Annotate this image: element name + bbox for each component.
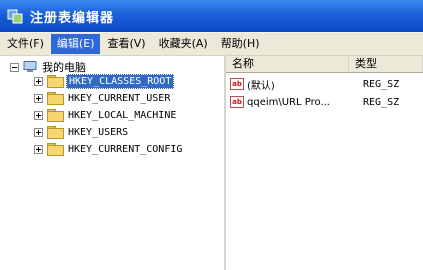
folder-icon <box>47 126 64 139</box>
tree-item-label: HKEY_CLASSES_ROOT <box>66 73 175 89</box>
tree-item-hkey-current-config[interactable]: HKEY_CURRENT_CONFIG <box>34 141 184 157</box>
tree-item-hkey-users[interactable]: HKEY_USERS <box>34 124 130 140</box>
expand-icon[interactable] <box>34 93 43 103</box>
value-name: (默认) <box>247 80 275 92</box>
tree-item-label: HKEY_CURRENT_CONFIG <box>68 143 183 155</box>
expand-icon[interactable] <box>34 110 43 120</box>
tree-item-label: HKEY_USERS <box>68 126 129 138</box>
expand-icon[interactable] <box>34 144 43 154</box>
expand-icon[interactable] <box>34 76 43 86</box>
string-value-icon: ab <box>230 78 244 90</box>
value-row[interactable]: ab (默认) REG_SZ <box>226 76 399 92</box>
string-value-icon: ab <box>230 96 244 108</box>
computer-icon <box>23 61 37 73</box>
expand-icon[interactable] <box>34 127 43 137</box>
menu-bar: 文件(F) 编辑(E) 查看(V) 收藏夹(A) 帮助(H) <box>0 33 423 56</box>
menu-edit[interactable]: 编辑(E) <box>50 34 101 54</box>
registry-editor-window: 注册表编辑器 文件(F) 编辑(E) 查看(V) 收藏夹(A) 帮助(H) 我的… <box>0 0 423 270</box>
column-header-type[interactable]: 类型 <box>349 56 423 72</box>
tree-item-hkey-classes-root[interactable]: HKEY_CLASSES_ROOT <box>34 73 175 89</box>
tree-item-label: HKEY_LOCAL_MACHINE <box>68 109 177 121</box>
list-header: 名称 类型 <box>226 56 423 73</box>
collapse-icon[interactable] <box>10 62 19 72</box>
folder-icon <box>47 143 64 156</box>
registry-editor-icon <box>6 7 24 25</box>
value-name: qqeim\URL Pro... <box>247 96 330 108</box>
title-bar[interactable]: 注册表编辑器 <box>0 0 423 32</box>
folder-icon <box>47 75 64 88</box>
folder-icon <box>47 109 64 122</box>
menu-view[interactable]: 查看(V) <box>101 34 151 54</box>
value-type: REG_SZ <box>363 96 400 108</box>
values-list[interactable]: 名称 类型 ab (默认) REG_SZ ab qqeim\URL Pro...… <box>226 56 423 270</box>
menu-help[interactable]: 帮助(H) <box>215 34 266 54</box>
key-tree[interactable]: 我的电脑 HKEY_CLASSES_ROOT HKEY_CURRENT_USER… <box>0 56 226 270</box>
tree-item-hkey-current-user[interactable]: HKEY_CURRENT_USER <box>34 90 172 106</box>
folder-icon <box>47 92 64 105</box>
tree-item-label: HKEY_CURRENT_USER <box>68 92 171 104</box>
menu-file[interactable]: 文件(F) <box>1 34 50 54</box>
panes: 我的电脑 HKEY_CLASSES_ROOT HKEY_CURRENT_USER… <box>0 56 423 270</box>
value-row[interactable]: ab qqeim\URL Pro... REG_SZ <box>226 94 399 110</box>
value-type: REG_SZ <box>363 78 400 90</box>
column-header-name[interactable]: 名称 <box>226 56 349 72</box>
tree-item-hkey-local-machine[interactable]: HKEY_LOCAL_MACHINE <box>34 107 178 123</box>
menu-favorites[interactable]: 收藏夹(A) <box>153 34 214 54</box>
window-title: 注册表编辑器 <box>30 10 115 26</box>
